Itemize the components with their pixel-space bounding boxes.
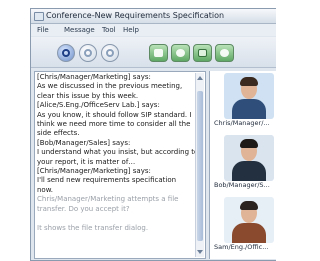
chat-message-line: I understand what you insist, but accord…	[37, 148, 195, 157]
participant-photo	[224, 73, 274, 119]
participant-tile[interactable]: Bob/Manager/S...	[214, 135, 277, 195]
chat-history[interactable]: [Chris/Manager/Marketing] says: As we dis…	[34, 71, 206, 259]
chat-message-line: [Alice/S.Eng./OfficeServ Lab.] says:	[37, 101, 160, 110]
chat-message-line: clear this issue by this week.	[37, 91, 139, 100]
menu-help[interactable]: Help	[123, 24, 139, 36]
participant-tile[interactable]: Sam/Eng./Offic...	[214, 197, 277, 257]
scrollbar-thumb[interactable]	[197, 91, 203, 241]
whiteboard-button[interactable]	[171, 44, 190, 62]
chat-message-line: As you know, it should follow SIP standa…	[37, 110, 192, 119]
participant-name: Sam/Eng./Offic...	[214, 243, 269, 251]
conference-window: Conference-New Requirements Specificatio…	[30, 8, 277, 261]
phone-button[interactable]	[101, 44, 119, 62]
send-file-button[interactable]	[149, 44, 168, 62]
contact-card-icon	[198, 49, 207, 57]
participant-photo	[224, 135, 274, 181]
phone-icon	[106, 49, 114, 57]
system-message-line: It shows the file transfer dialog.	[37, 223, 149, 232]
window-icon	[34, 12, 44, 21]
chat-message-line: think we need more time to consider all …	[37, 120, 191, 129]
chat-message-line: As we discussed in the previous meeting,	[37, 82, 183, 91]
chat-message-line: I'll send new requirements specification	[37, 176, 177, 185]
chat-message-line: side effects.	[37, 129, 80, 138]
participant-name: Chris/Manager/...	[214, 119, 270, 127]
participant-name: Bob/Manager/S...	[214, 181, 270, 189]
window-title: Conference-New Requirements Specificatio…	[46, 11, 225, 20]
menu-bar: File Message Tool Help	[31, 24, 276, 36]
system-message-line: Chris/Manager/Marketing attempts a file	[37, 195, 179, 204]
toolbar	[31, 37, 276, 68]
chat-message-line: now.	[37, 185, 54, 194]
send-file-icon	[154, 49, 163, 57]
video-button[interactable]	[215, 44, 234, 62]
scroll-up-arrow-icon[interactable]	[197, 76, 203, 80]
system-message-line	[37, 214, 195, 223]
chat-message-line: your report, it is matter of…	[37, 157, 136, 166]
menu-message[interactable]: Message	[64, 24, 95, 36]
chat-message-line: [Bob/Manager/Sales] says:	[37, 138, 131, 147]
menu-tool[interactable]: Tool	[102, 24, 116, 36]
chat-message-line: [Chris/Manager/Marketing] says:	[37, 73, 151, 81]
chat-transcript: [Chris/Manager/Marketing] says: As we dis…	[37, 73, 195, 257]
record-button[interactable]	[79, 44, 97, 62]
video-icon	[220, 49, 229, 57]
menu-file[interactable]: File	[37, 24, 49, 36]
whiteboard-icon	[176, 49, 185, 57]
conference-icon	[62, 49, 70, 57]
scroll-down-arrow-icon[interactable]	[197, 250, 203, 254]
contact-card-button[interactable]	[193, 44, 212, 62]
participant-list: Chris/Manager/... Bob/Manager/S... Sam/Eng…	[209, 71, 277, 259]
chat-scrollbar[interactable]	[195, 73, 204, 257]
record-icon	[84, 49, 92, 57]
system-message-line: transfer. Do you accept it?	[37, 204, 130, 213]
chat-message-line: [Chris/Manager/Marketing] says:	[37, 167, 151, 176]
title-bar[interactable]: Conference-New Requirements Specificatio…	[31, 9, 276, 24]
participant-tile[interactable]: Chris/Manager/...	[214, 73, 277, 133]
conference-button[interactable]	[57, 44, 75, 62]
participant-photo	[224, 197, 274, 243]
